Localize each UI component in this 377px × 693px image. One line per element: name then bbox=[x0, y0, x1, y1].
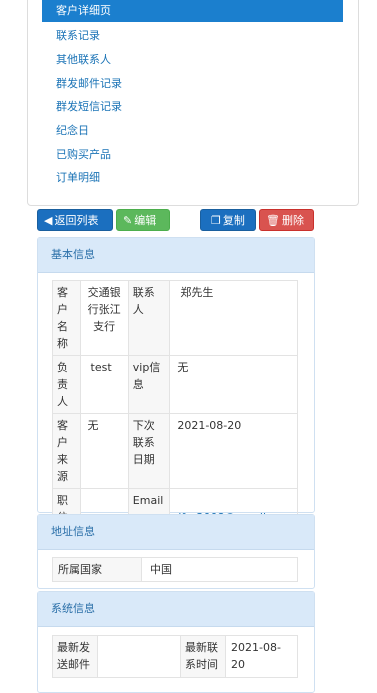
copy-icon: ❐ bbox=[211, 214, 221, 227]
nav-item-mass-mail[interactable]: 群发邮件记录 bbox=[56, 75, 122, 91]
nav-item-other-contacts[interactable]: 其他联系人 bbox=[56, 51, 111, 67]
back-to-list-button[interactable]: ◀ 返回列表 bbox=[37, 209, 113, 231]
last-mail-label: 最新发送邮件 bbox=[52, 635, 98, 678]
edit-button[interactable]: ✎ 编辑 bbox=[116, 209, 170, 231]
vip-label: vip信息 bbox=[127, 355, 171, 414]
system-info-table: 最新发送邮件 最新联系时间 2021-08-20 bbox=[52, 635, 298, 678]
owner-label: 负责人 bbox=[52, 355, 81, 414]
last-contact-value: 2021-08-20 bbox=[225, 635, 298, 678]
edit-icon: ✎ bbox=[123, 214, 133, 227]
last-mail-value bbox=[97, 635, 181, 678]
system-info-title: 系统信息 bbox=[38, 592, 314, 627]
nav-item-anniversary[interactable]: 纪念日 bbox=[56, 122, 89, 138]
nav-item-mass-sms[interactable]: 群发短信记录 bbox=[56, 98, 122, 114]
nav-item-orders[interactable]: 订单明细 bbox=[56, 169, 100, 185]
next-contact-label: 下次联系日期 bbox=[127, 413, 171, 489]
arrow-left-icon: ◀ bbox=[44, 214, 53, 227]
vip-value: 无 bbox=[169, 355, 298, 414]
nav-item-customer-detail[interactable]: 客户详细页 bbox=[42, 0, 343, 22]
contact-value: 郑先生 bbox=[169, 280, 298, 356]
nav-item-purchased[interactable]: 已购买产品 bbox=[56, 146, 111, 162]
copy-button[interactable]: ❐ 复制 bbox=[200, 209, 256, 231]
nav-item-contact-records[interactable]: 联系记录 bbox=[56, 27, 100, 43]
source-label: 客户来源 bbox=[52, 413, 81, 489]
delete-button[interactable]: 🗑 删除 bbox=[259, 209, 314, 231]
address-info-table: 所属国家 中国 bbox=[52, 557, 298, 582]
last-contact-label: 最新联系时间 bbox=[180, 635, 226, 678]
country-label: 所属国家 bbox=[52, 557, 142, 582]
next-contact-value: 2021-08-20 bbox=[169, 413, 298, 489]
country-value: 中国 bbox=[141, 557, 298, 582]
source-value: 无 bbox=[79, 413, 129, 489]
contact-label: 联系人 bbox=[127, 280, 171, 356]
owner-value: test bbox=[79, 355, 129, 414]
trash-icon: 🗑 bbox=[266, 214, 280, 227]
customer-name-value: 交通银行张江支行 bbox=[79, 280, 129, 356]
address-info-title: 地址信息 bbox=[38, 515, 314, 550]
customer-name-label: 客户名称 bbox=[52, 280, 81, 356]
basic-info-title: 基本信息 bbox=[38, 238, 314, 273]
